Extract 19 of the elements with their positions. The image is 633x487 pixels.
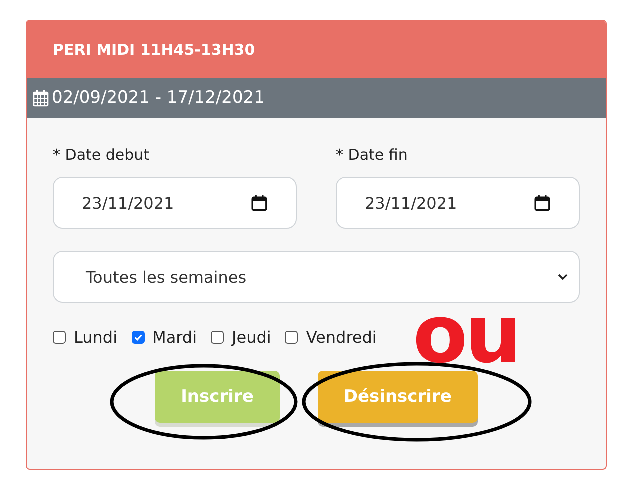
date-field[interactable]: 23/11/2021 bbox=[53, 177, 297, 229]
calendar-icon[interactable] bbox=[534, 194, 551, 212]
day-label: Jeudi bbox=[232, 328, 272, 346]
annotation-text: ou bbox=[413, 307, 519, 363]
calendar-icon[interactable] bbox=[251, 194, 268, 212]
day-label: Lundi bbox=[74, 328, 118, 346]
day-checkbox[interactable] bbox=[285, 330, 298, 344]
date-field[interactable]: 23/11/2021 bbox=[336, 177, 580, 229]
day-checkbox[interactable] bbox=[132, 330, 145, 344]
day-label: Mardi bbox=[152, 328, 198, 346]
calendar-icon bbox=[33, 90, 49, 106]
day-checkbox[interactable] bbox=[53, 330, 66, 344]
card-title: PERI MIDI 11H45-13H30 bbox=[53, 40, 256, 58]
period-text: 02/09/2021 - 17/12/2021 bbox=[52, 88, 265, 108]
field-label: * Date fin bbox=[336, 145, 409, 165]
frequency-dropdown[interactable]: Toutes les semaines bbox=[53, 251, 580, 303]
field-label: * Date debut bbox=[53, 145, 151, 165]
day-checkbox[interactable] bbox=[211, 330, 224, 344]
day-label: Vendredi bbox=[306, 328, 377, 346]
